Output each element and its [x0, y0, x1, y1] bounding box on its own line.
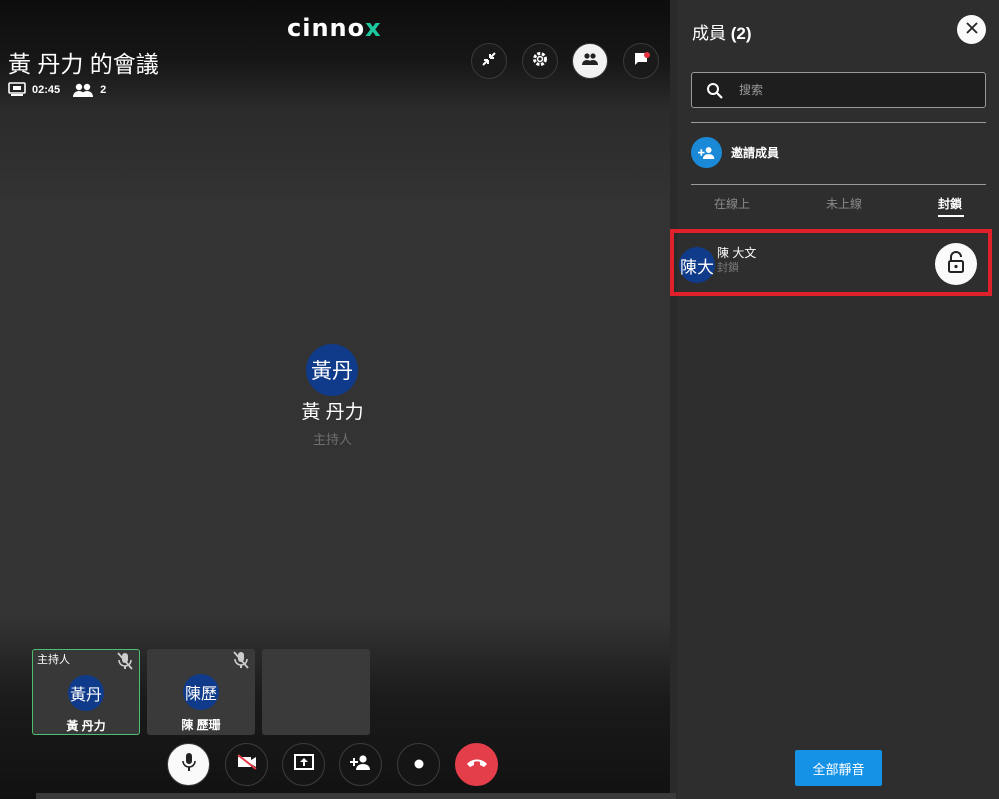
- tile-name: 黃 丹力: [66, 719, 106, 733]
- tab-offline[interactable]: 未上線: [826, 195, 862, 212]
- mic-off-icon: [233, 651, 249, 674]
- unlock-icon: [947, 250, 965, 278]
- record-icon: [414, 756, 424, 774]
- close-panel-button[interactable]: [957, 15, 986, 44]
- search-input[interactable]: [739, 83, 959, 97]
- mute-all-button[interactable]: 全部靜音: [795, 750, 882, 786]
- members-panel: 成員 (2) 邀請成員 在線上 未上線 封鎖 陳大 陳 大文 封鎖 全部靜音: [670, 0, 999, 799]
- mic-off-icon: [117, 652, 133, 675]
- hang-up-icon: [466, 756, 488, 774]
- camera-button[interactable]: [225, 743, 268, 786]
- main-speaker-avatar: 黃丹: [306, 344, 358, 396]
- bottom-strip: [36, 793, 676, 799]
- search-box[interactable]: [691, 72, 986, 108]
- minimize-icon: [481, 51, 497, 72]
- tile-role-label: 主持人: [37, 654, 70, 666]
- invite-label: 邀請成員: [731, 146, 780, 160]
- meeting-meta: 02:45 2: [8, 82, 106, 97]
- minimize-button[interactable]: [471, 43, 507, 79]
- participants-icon: [72, 83, 94, 97]
- tile-name: 陳 歷珊: [181, 718, 221, 732]
- main-speaker-name: 黃 丹力: [301, 402, 364, 423]
- tab-online[interactable]: 在線上: [714, 195, 750, 212]
- member-status: 封鎖: [717, 262, 739, 274]
- tile-avatar: 黃丹: [68, 675, 104, 711]
- add-person-icon: [349, 754, 372, 775]
- people-icon: [581, 52, 599, 70]
- add-participant-button[interactable]: [339, 743, 382, 786]
- share-screen-icon: [293, 754, 314, 775]
- participant-tile[interactable]: 主持人 黃丹 黃 丹力: [32, 649, 140, 735]
- add-person-icon: [691, 137, 722, 168]
- meeting-title: 黃 丹力 的會議: [8, 51, 159, 77]
- divider: [691, 122, 986, 123]
- hang-up-button[interactable]: [455, 743, 498, 786]
- camera-off-icon: [236, 754, 257, 775]
- panel-divider: [670, 0, 677, 799]
- tab-blocked[interactable]: 封鎖: [938, 195, 962, 212]
- participant-count: 2: [100, 83, 107, 96]
- main-speaker-role: 主持人: [312, 432, 352, 447]
- cinnox-logo: cinnox: [287, 14, 382, 42]
- notification-dot: [644, 52, 650, 58]
- search-icon: [706, 82, 723, 99]
- tile-avatar: 陳歷: [183, 674, 219, 710]
- list-item[interactable]: 陳大 陳 大文 封鎖: [670, 229, 992, 296]
- panel-title: 成員 (2): [692, 24, 752, 43]
- meeting-duration: 02:45: [32, 83, 61, 96]
- active-tab-indicator: [938, 215, 964, 217]
- presentation-icon: [8, 82, 26, 97]
- settings-button[interactable]: [522, 43, 558, 79]
- share-screen-button[interactable]: [282, 743, 325, 786]
- record-button[interactable]: [397, 743, 440, 786]
- empty-tile: [262, 649, 370, 735]
- microphone-button[interactable]: [167, 743, 210, 786]
- members-button[interactable]: [572, 43, 608, 79]
- close-icon: [965, 21, 978, 39]
- microphone-icon: [181, 752, 196, 777]
- avatar: 陳大: [679, 247, 715, 283]
- chat-button[interactable]: [623, 43, 659, 79]
- participant-tile[interactable]: 陳歷 陳 歷珊: [147, 649, 255, 735]
- divider: [691, 184, 986, 185]
- gear-icon: [531, 50, 549, 73]
- invite-member-button[interactable]: 邀請成員: [691, 137, 779, 168]
- unblock-button[interactable]: [935, 243, 977, 285]
